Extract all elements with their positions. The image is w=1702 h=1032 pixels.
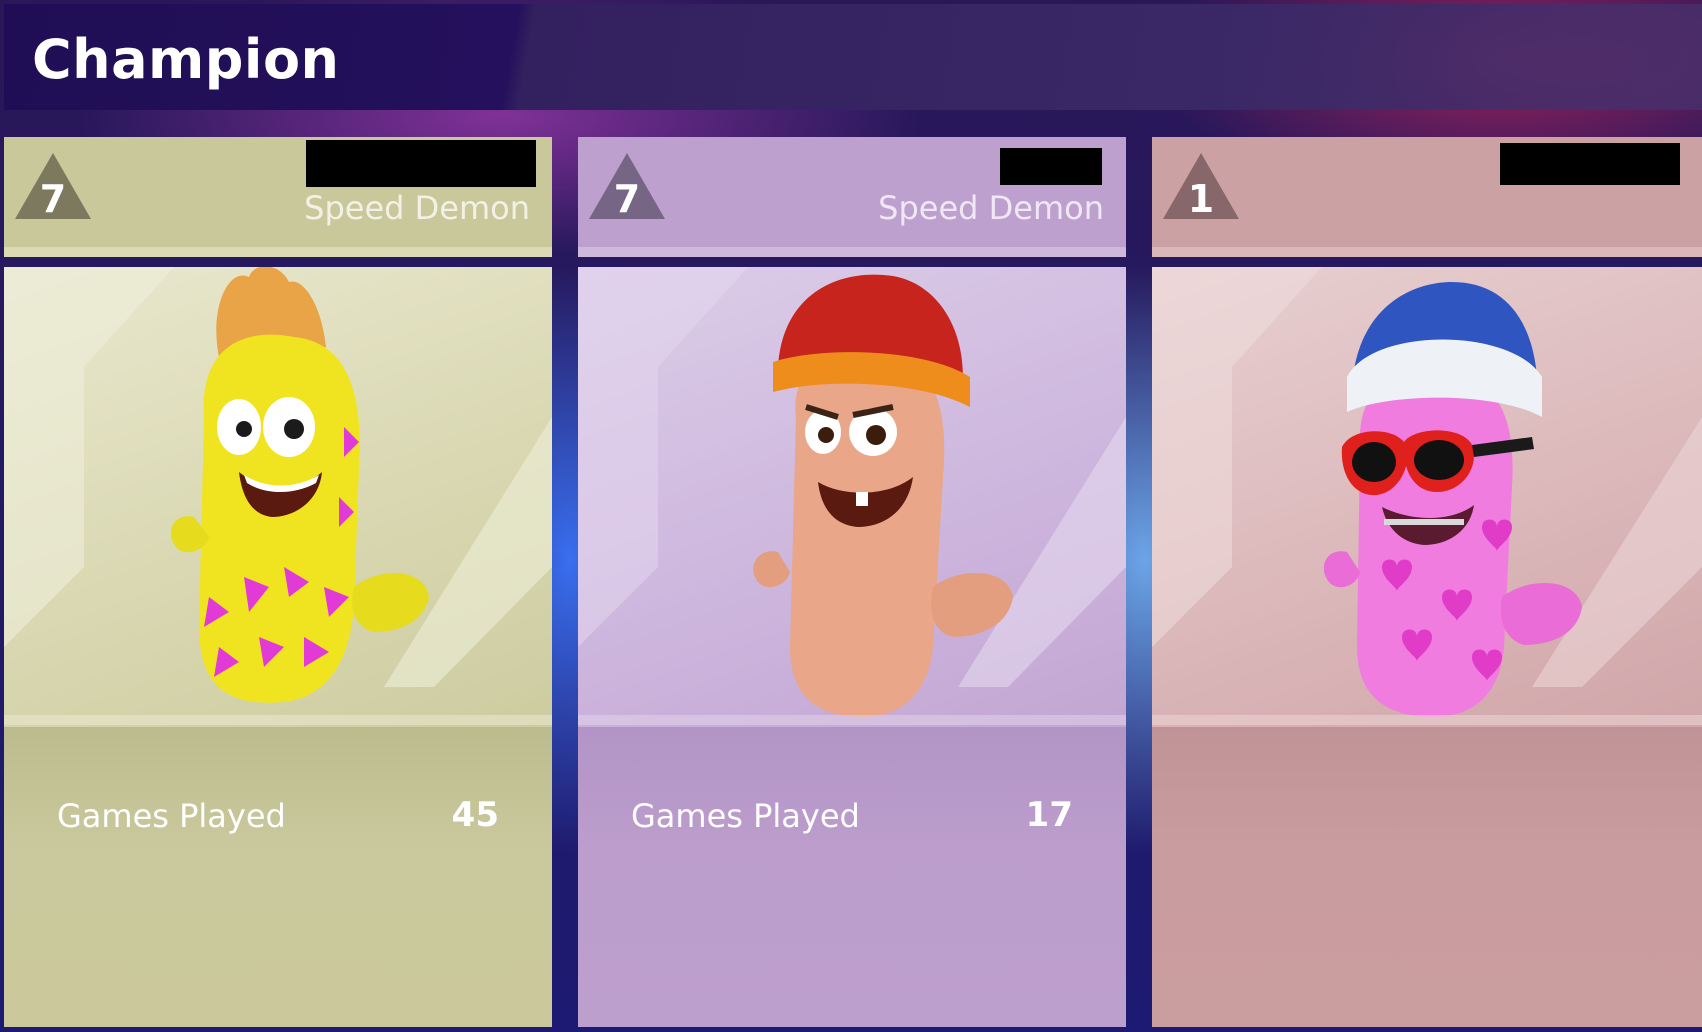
rank-number: 7 <box>613 177 641 221</box>
redacted-player-name <box>306 140 536 187</box>
card-divider <box>578 247 1126 257</box>
rank-number: 7 <box>39 177 67 221</box>
rank-badge: 7 <box>588 151 666 221</box>
rank-badge: 7 <box>14 151 92 221</box>
player-card-1[interactable]: 7 Speed Demon Games Played 45 <box>4 137 552 1027</box>
card-divider <box>1152 247 1702 257</box>
card-footer <box>1152 727 1702 1027</box>
card-shelf <box>4 715 552 725</box>
stat-label: Games Played <box>57 797 286 835</box>
card-shelf <box>578 715 1126 725</box>
header-banner: Champion <box>4 4 1702 110</box>
redacted-player-name <box>1000 148 1102 185</box>
player-card-3[interactable]: 1 <box>1152 137 1702 1027</box>
stat-value: 17 <box>1025 795 1073 835</box>
card-footer <box>4 727 552 1027</box>
redacted-player-name <box>1500 143 1680 185</box>
card-divider <box>4 247 552 257</box>
player-card-2[interactable]: 7 Speed Demon Games Played 17 <box>578 137 1126 1027</box>
rank-badge: 1 <box>1162 151 1240 221</box>
stat-label: Games Played <box>631 797 860 835</box>
player-title: Speed Demon <box>304 189 530 227</box>
stat-value: 45 <box>451 795 499 835</box>
player-title: Speed Demon <box>878 189 1104 227</box>
page-title: Champion <box>32 28 340 91</box>
card-shelf <box>1152 715 1702 725</box>
card-footer <box>578 727 1126 1027</box>
rank-number: 1 <box>1187 177 1215 221</box>
